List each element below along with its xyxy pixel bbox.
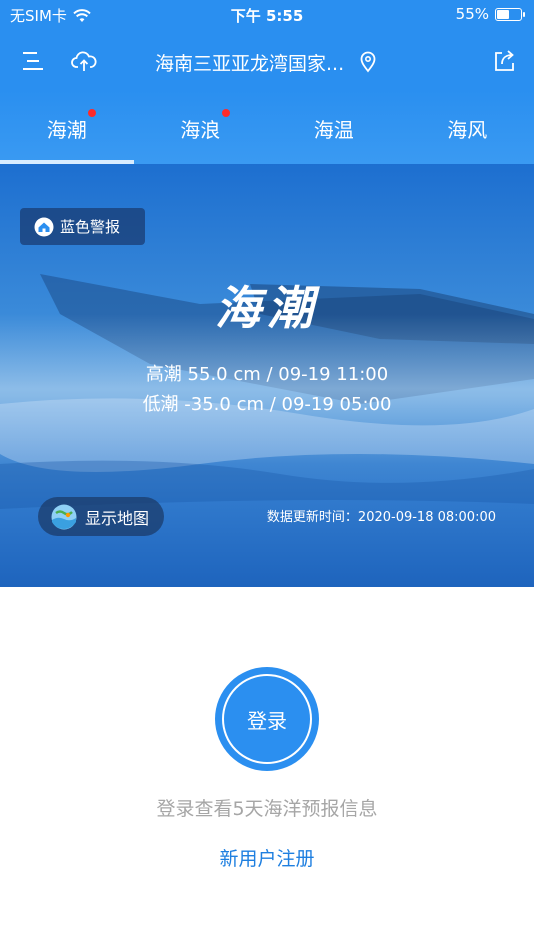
- alert-label: 蓝色警报: [60, 218, 121, 236]
- tab-sea-wind[interactable]: 海风: [401, 100, 534, 164]
- battery-level: [497, 9, 509, 19]
- login-hint-text: 登录查看5天海洋预报信息: [156, 798, 378, 820]
- tab-sea-temperature[interactable]: 海温: [267, 100, 401, 164]
- map-icon: [51, 504, 77, 529]
- data-update-time: 数据更新时间：2020-09-18 08:00:00: [266, 510, 496, 525]
- show-map-button[interactable]: 显示地图: [38, 497, 164, 536]
- tab-label: 海温: [313, 118, 354, 142]
- login-button-ring: 登录: [222, 674, 312, 764]
- tide-hero-panel: 蓝色警报 海潮 高潮 55.0 cm / 09-19 11:00 低潮 -35.…: [0, 164, 534, 587]
- tab-label: 海风: [447, 118, 488, 142]
- tab-tide[interactable]: 海潮: [0, 100, 134, 164]
- app-header: 无SIM卡 下午 5:55 55% 海南三亚亚龙湾国家... 海潮 海浪 海温 …: [0, 0, 534, 164]
- login-section: 登录 登录查看5天海洋预报信息 新用户注册: [0, 587, 534, 950]
- cloud-upload-icon[interactable]: [70, 47, 98, 75]
- show-map-label: 显示地图: [85, 508, 150, 528]
- blue-alert-badge[interactable]: 蓝色警报: [20, 208, 145, 245]
- status-time: 下午 5:55: [230, 7, 304, 25]
- tab-label: 海浪: [180, 118, 221, 142]
- status-right: 55%: [455, 5, 525, 23]
- login-label: 登录: [247, 708, 287, 733]
- tab-bar: 海潮 海浪 海温 海风: [0, 100, 534, 164]
- notification-dot: [88, 109, 96, 117]
- low-tide-info: 低潮 -35.0 cm / 09-19 05:00: [142, 394, 392, 415]
- location-pin-icon[interactable]: [360, 51, 376, 73]
- nav-bar: 海南三亚亚龙湾国家...: [0, 38, 534, 84]
- notification-dot: [221, 109, 230, 117]
- location-title[interactable]: 海南三亚亚龙湾国家...: [155, 49, 344, 76]
- alert-house-icon: [34, 217, 54, 236]
- register-link[interactable]: 新用户注册: [0, 844, 534, 871]
- battery-percent: 55%: [455, 5, 489, 23]
- share-icon[interactable]: [490, 47, 518, 75]
- tab-waves[interactable]: 海浪: [134, 100, 268, 164]
- status-bar: 无SIM卡 下午 5:55 55%: [0, 0, 534, 30]
- hero-title: 海潮: [215, 281, 319, 335]
- login-button[interactable]: 登录: [215, 667, 319, 771]
- high-tide-info: 高潮 55.0 cm / 09-19 11:00: [145, 364, 389, 385]
- battery-icon: [495, 7, 525, 21]
- menu-icon[interactable]: [20, 47, 48, 75]
- tab-label: 海潮: [46, 118, 87, 142]
